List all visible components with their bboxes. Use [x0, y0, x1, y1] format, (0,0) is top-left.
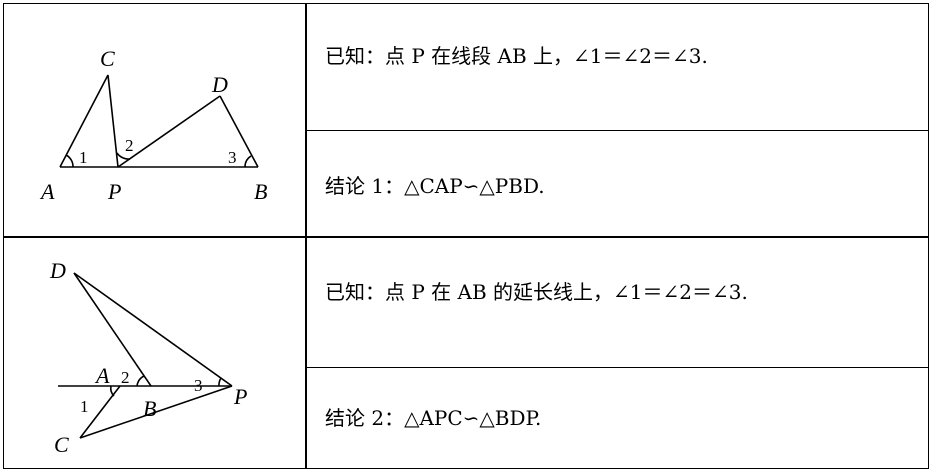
segment-db — [219, 95, 259, 168]
segment-cp — [107, 74, 119, 168]
row1-conclusion-text: 结论 1：△CAP∽△PBD. — [325, 174, 545, 198]
segment-db — [73, 272, 152, 387]
angle-1-arc — [109, 385, 115, 397]
angle-1-label: 1 — [80, 397, 89, 416]
label-b: B — [143, 396, 156, 421]
angle-3-arc — [244, 155, 252, 168]
row2-conclusion-text: 结论 2：△APC∽△BDP. — [325, 406, 542, 430]
angle-3-label: 3 — [228, 148, 237, 167]
row1-subdivider — [305, 130, 928, 131]
row1-given-text: 已知：点 P 在线段 AB 上，∠1＝∠2＝∠3. — [325, 44, 708, 68]
figure-2: D A B P C 1 2 3 — [49, 258, 247, 457]
figure-1: C D A P B 1 2 3 — [39, 46, 267, 204]
row2-subdivider — [305, 367, 928, 368]
label-b: B — [254, 179, 267, 204]
angle-2-label: 2 — [121, 368, 130, 387]
angle-2-arc — [136, 375, 145, 387]
label-p: P — [107, 179, 121, 204]
label-p: P — [233, 384, 247, 409]
angle-1-arc — [65, 154, 74, 168]
row2-given-text: 已知：点 P 在 AB 的延长线上，∠1＝∠2＝∠3. — [325, 280, 748, 304]
angle-1-label: 1 — [79, 148, 88, 167]
label-d: D — [49, 258, 66, 283]
angle-2-label: 2 — [125, 136, 134, 155]
label-a: A — [94, 363, 110, 388]
label-c: C — [100, 46, 115, 71]
label-d: D — [211, 72, 228, 97]
angle-3-label: 3 — [194, 376, 203, 395]
label-a: A — [39, 179, 55, 204]
angle-3-arc — [218, 377, 222, 387]
segment-pd — [117, 95, 221, 168]
label-c: C — [54, 432, 69, 457]
